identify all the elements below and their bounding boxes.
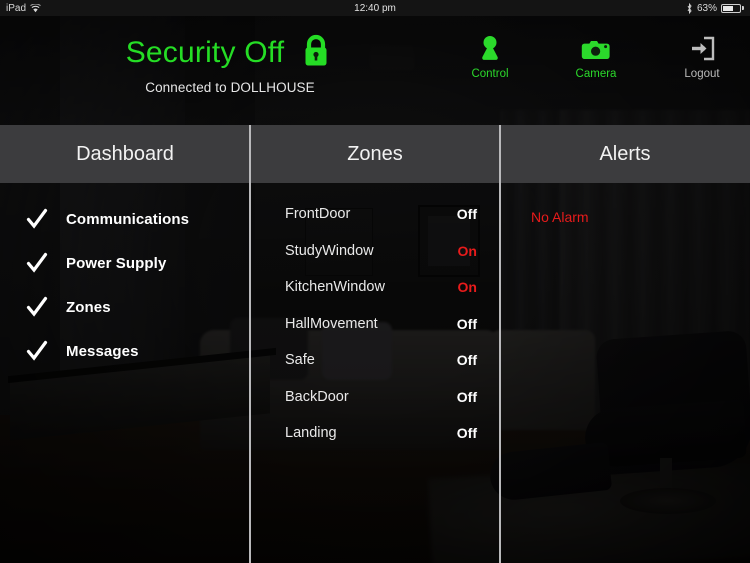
dashboard-label-communications: Communications bbox=[66, 210, 190, 228]
nav-label-control: Control bbox=[471, 68, 509, 80]
zones-list: FrontDoor Off StudyWindow On KitchenWind… bbox=[251, 183, 499, 452]
nav-label-camera: Camera bbox=[575, 68, 617, 80]
zone-name: Landing bbox=[285, 425, 337, 442]
zone-name: StudyWindow bbox=[285, 242, 374, 259]
zone-state: On bbox=[457, 242, 477, 259]
zone-row[interactable]: KitchenWindow On bbox=[285, 269, 477, 306]
zone-row[interactable]: HallMovement Off bbox=[285, 306, 477, 343]
zone-row[interactable]: FrontDoor Off bbox=[285, 196, 477, 233]
nav-item-logout[interactable]: Logout bbox=[672, 34, 732, 80]
tab-alerts[interactable]: Alerts bbox=[500, 125, 750, 183]
status-clock: 12:40 pm bbox=[354, 2, 396, 14]
tab-bar: Dashboard Zones Alerts bbox=[0, 125, 750, 183]
zone-row[interactable]: Safe Off bbox=[285, 342, 477, 379]
battery-percent-label: 63% bbox=[696, 2, 717, 14]
security-status-text: Security Off bbox=[125, 35, 285, 69]
alerts-column: No Alarm bbox=[501, 183, 750, 563]
zone-name: BackDoor bbox=[285, 388, 349, 405]
zone-name: KitchenWindow bbox=[285, 279, 385, 296]
checkmark-icon bbox=[26, 252, 48, 273]
status-bar: iPad 12:40 pm 63% bbox=[0, 0, 750, 16]
zone-name: Safe bbox=[285, 352, 315, 369]
dashboard-item-messages[interactable]: Messages bbox=[26, 329, 249, 373]
nav-item-camera[interactable]: Camera bbox=[566, 34, 626, 80]
nav-item-control[interactable]: Control bbox=[460, 34, 520, 80]
zone-state: Off bbox=[456, 425, 477, 442]
zone-state: Off bbox=[456, 315, 477, 332]
dashboard-column: Communications Power Supply Zones Messag… bbox=[0, 183, 249, 563]
joystick-icon bbox=[477, 34, 503, 62]
zone-row[interactable]: BackDoor Off bbox=[285, 379, 477, 416]
dashboard-item-communications[interactable]: Communications bbox=[26, 197, 249, 241]
zone-state: Off bbox=[456, 352, 477, 369]
nav-label-logout: Logout bbox=[684, 68, 720, 80]
zone-state: On bbox=[457, 279, 477, 296]
column-divider-left bbox=[249, 125, 251, 563]
logout-icon bbox=[689, 34, 716, 62]
zone-name: HallMovement bbox=[285, 315, 378, 332]
checkmark-icon bbox=[26, 296, 48, 317]
app-root: iPad 12:40 pm 63% Security Off Connected… bbox=[0, 0, 750, 563]
zone-row[interactable]: StudyWindow On bbox=[285, 233, 477, 270]
column-divider-right bbox=[499, 125, 501, 563]
dashboard-label-zones: Zones bbox=[66, 298, 111, 316]
dashboard-item-power-supply[interactable]: Power Supply bbox=[26, 241, 249, 285]
lock-closed-icon bbox=[298, 32, 334, 73]
zones-column: FrontDoor Off StudyWindow On KitchenWind… bbox=[251, 183, 499, 563]
dashboard-item-zones[interactable]: Zones bbox=[26, 285, 249, 329]
battery-icon bbox=[721, 3, 744, 13]
alert-status-text: No Alarm bbox=[531, 209, 589, 225]
dashboard-label-messages: Messages bbox=[66, 342, 139, 360]
connection-label: Connected to DOLLHOUSE bbox=[145, 80, 315, 95]
checkmark-icon bbox=[26, 340, 48, 361]
bluetooth-icon bbox=[686, 2, 693, 14]
alerts-list: No Alarm bbox=[501, 183, 750, 225]
header-nav: Control Camera Logout bbox=[460, 34, 732, 80]
checkmark-icon bbox=[26, 208, 48, 229]
zone-row[interactable]: Landing Off bbox=[285, 415, 477, 452]
dashboard-list: Communications Power Supply Zones Messag… bbox=[0, 183, 249, 373]
tab-dashboard[interactable]: Dashboard bbox=[0, 125, 250, 183]
zone-state: Off bbox=[456, 206, 477, 223]
dashboard-label-power-supply: Power Supply bbox=[66, 254, 167, 272]
camera-icon bbox=[581, 34, 611, 62]
security-status-block: Security Off Connected to DOLLHOUSE bbox=[0, 32, 460, 95]
tab-zones[interactable]: Zones bbox=[250, 125, 500, 183]
zone-name: FrontDoor bbox=[285, 206, 351, 223]
zone-state: Off bbox=[456, 388, 477, 405]
app-header: Security Off Connected to DOLLHOUSE Cont… bbox=[0, 16, 750, 125]
